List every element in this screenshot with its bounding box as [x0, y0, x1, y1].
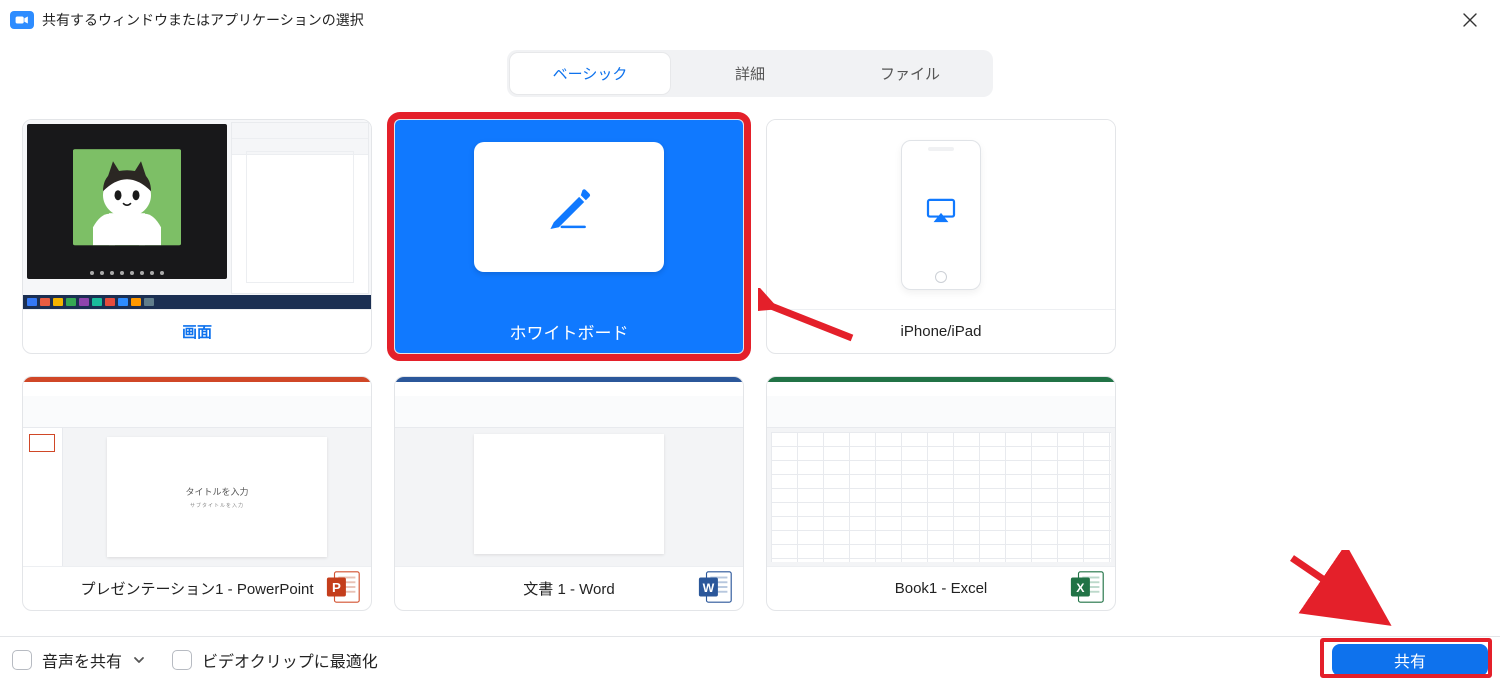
excel-preview: [767, 377, 1115, 566]
svg-text:W: W: [703, 581, 715, 595]
cat-image-icon: [73, 149, 181, 245]
ppt-slide-title: タイトルを入力: [185, 485, 248, 498]
share-audio-chevron-icon[interactable]: [132, 653, 146, 667]
tab-advanced[interactable]: 詳細: [670, 53, 830, 94]
tab-bar: ベーシック 詳細 ファイル: [507, 50, 993, 97]
close-icon: [1463, 13, 1477, 27]
optimize-video-checkbox[interactable]: [172, 650, 192, 670]
tab-files[interactable]: ファイル: [830, 53, 990, 94]
share-audio-checkbox[interactable]: [12, 650, 32, 670]
tab-basic[interactable]: ベーシック: [510, 53, 670, 94]
close-button[interactable]: [1450, 6, 1490, 34]
card-iphone-ipad[interactable]: iPhone/iPad: [766, 119, 1116, 354]
screen-preview: [23, 120, 371, 309]
footer: 音声を共有 ビデオクリップに最適化 共有: [0, 636, 1500, 682]
airplay-icon: [926, 198, 956, 224]
share-audio-label: 音声を共有: [42, 648, 122, 672]
share-grid: 画面 ホワイトボード: [22, 119, 1500, 611]
svg-text:P: P: [332, 580, 341, 595]
card-powerpoint-caption: プレゼンテーション1 - PowerPoint: [23, 566, 371, 610]
word-icon: W: [697, 568, 735, 606]
share-button[interactable]: 共有: [1332, 644, 1488, 676]
ppt-slide-subtitle: サブタイトルを入力: [190, 502, 244, 509]
card-screen[interactable]: 画面: [22, 119, 372, 354]
card-excel[interactable]: Book1 - Excel X: [766, 376, 1116, 611]
card-whiteboard-caption: ホワイトボード: [395, 309, 743, 353]
iphone-preview: [767, 120, 1115, 309]
powerpoint-preview: タイトルを入力 サブタイトルを入力: [23, 377, 371, 566]
card-excel-caption: Book1 - Excel: [767, 566, 1115, 610]
pen-icon: [542, 180, 596, 234]
svg-text:X: X: [1076, 581, 1085, 595]
card-screen-caption: 画面: [23, 309, 371, 353]
zoom-logo-icon: [10, 11, 34, 29]
whiteboard-preview: [395, 120, 743, 309]
excel-icon: X: [1069, 568, 1107, 606]
card-iphone-caption: iPhone/iPad: [767, 309, 1115, 353]
card-word[interactable]: 文書 1 - Word W: [394, 376, 744, 611]
card-whiteboard[interactable]: ホワイトボード: [394, 119, 744, 354]
card-powerpoint[interactable]: タイトルを入力 サブタイトルを入力 プレゼンテーション1 - PowerPoin…: [22, 376, 372, 611]
optimize-video-label: ビデオクリップに最適化: [202, 648, 378, 672]
powerpoint-icon: P: [325, 568, 363, 606]
window-title: 共有するウィンドウまたはアプリケーションの選択: [42, 10, 1450, 30]
word-preview: [395, 377, 743, 566]
card-word-caption: 文書 1 - Word: [395, 566, 743, 610]
titlebar: 共有するウィンドウまたはアプリケーションの選択: [0, 0, 1500, 38]
